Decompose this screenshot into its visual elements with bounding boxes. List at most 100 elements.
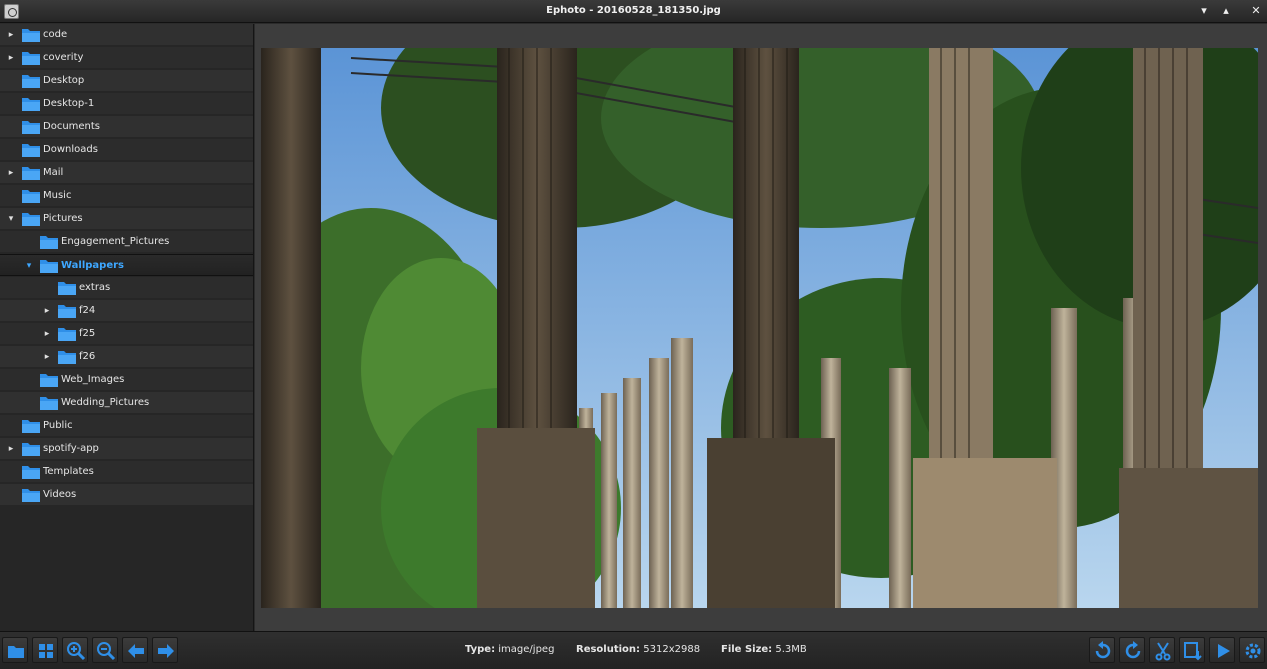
close-icon[interactable]: ✕: [1248, 3, 1264, 19]
thumbnail-grid-icon: [39, 644, 53, 658]
folder-icon: [22, 466, 40, 479]
tree-item[interactable]: Desktop-1: [0, 93, 253, 115]
folder-icon: [58, 305, 76, 318]
slideshow-button[interactable]: [1209, 637, 1235, 663]
zoom-in-button[interactable]: [62, 637, 88, 663]
tree-item[interactable]: ▸ f26: [0, 346, 253, 368]
type-value: image/jpeg: [498, 644, 555, 655]
tree-item[interactable]: Public: [0, 415, 253, 437]
folder-icon: [22, 443, 40, 456]
folder-tree: ▸ code ▸ coverity Desktop Desktop-1 Documents D…: [0, 24, 254, 631]
save-button[interactable]: [1179, 637, 1205, 663]
tree-item-label: Music: [43, 190, 72, 201]
folder-icon: [22, 98, 40, 111]
folder-icon: [40, 236, 58, 249]
tree-item-label: Videos: [43, 489, 77, 500]
tree-item-label: f25: [79, 328, 96, 339]
folder-icon: [22, 213, 40, 226]
zoom-out-icon: [97, 642, 116, 661]
window-title: Ephoto - 20160528_181350.jpg: [546, 5, 721, 16]
folder-icon: [40, 397, 58, 410]
arrow-right-icon: [158, 644, 174, 658]
chevron-right-icon[interactable]: ▸: [6, 30, 16, 40]
tree-item[interactable]: Wedding_Pictures: [0, 392, 253, 414]
tree-item[interactable]: Documents: [0, 116, 253, 138]
filesize-label: File Size:: [721, 644, 773, 655]
thumbnail-view-button[interactable]: [32, 637, 58, 663]
tree-item[interactable]: ▸ f24: [0, 300, 253, 322]
open-folder-button[interactable]: [2, 637, 28, 663]
cut-button[interactable]: [1149, 637, 1175, 663]
tree-item[interactable]: Desktop: [0, 70, 253, 92]
tree-item[interactable]: extras: [0, 277, 253, 299]
tree-item-label: f26: [79, 351, 96, 362]
tree-item-label: Web_Images: [61, 374, 125, 385]
chevron-right-icon[interactable]: ▸: [42, 352, 52, 362]
tree-item[interactable]: ▸ f25: [0, 323, 253, 345]
play-icon: [1218, 644, 1230, 658]
folder-icon: [22, 75, 40, 88]
zoom-in-icon: [67, 642, 86, 661]
folder-icon: [22, 420, 40, 433]
folder-icon: [22, 167, 40, 180]
tree-item[interactable]: Templates: [0, 461, 253, 483]
chevron-right-icon[interactable]: ▸: [6, 168, 16, 178]
tree-item[interactable]: ▸ Mail: [0, 162, 253, 184]
settings-icon: [1245, 643, 1261, 659]
chevron-right-icon[interactable]: ▸: [42, 329, 52, 339]
tree-item[interactable]: ▸ coverity: [0, 47, 253, 69]
tree-item[interactable]: Engagement_Pictures: [0, 231, 253, 253]
tree-item[interactable]: Videos: [0, 484, 253, 506]
folder-icon: [58, 328, 76, 341]
rotate-left-button[interactable]: [1089, 637, 1115, 663]
tree-item[interactable]: Music: [0, 185, 253, 207]
folder-icon: [40, 374, 58, 387]
tree-item-label: spotify-app: [43, 443, 99, 454]
chevron-down-icon[interactable]: ▾: [6, 214, 16, 224]
minimize-icon[interactable]: ▾: [1196, 3, 1212, 19]
photo-image[interactable]: [261, 48, 1258, 608]
folder-icon: [22, 52, 40, 65]
tree-item-label: Desktop: [43, 75, 85, 86]
resolution-value: 5312x2988: [643, 644, 701, 655]
save-icon: [1184, 642, 1202, 661]
tree-item[interactable]: Downloads: [0, 139, 253, 161]
tree-item-label: Engagement_Pictures: [61, 236, 170, 247]
title-bar: Ephoto - 20160528_181350.jpg ▾ ▴ ✕: [0, 0, 1267, 23]
settings-button[interactable]: [1239, 637, 1265, 663]
previous-image-button[interactable]: [122, 637, 148, 663]
resolution-info: Resolution: 5312x2988: [576, 644, 700, 655]
folder-icon: [8, 646, 24, 658]
folder-icon: [22, 121, 40, 134]
chevron-right-icon[interactable]: ▸: [6, 53, 16, 63]
tree-item-label: extras: [79, 282, 111, 293]
tree-item-label: Public: [43, 420, 73, 431]
tree-item[interactable]: ▸ spotify-app: [0, 438, 253, 460]
image-viewer: [255, 24, 1267, 631]
filesize-info: File Size: 5.3MB: [721, 644, 807, 655]
next-image-button[interactable]: [152, 637, 178, 663]
tree-item[interactable]: ▾ Wallpapers: [0, 254, 253, 276]
tree-item[interactable]: ▸ code: [0, 24, 253, 46]
tree-item-label: Desktop-1: [43, 98, 95, 109]
tree-item-label: Mail: [43, 167, 64, 178]
type-info: Type: image/jpeg: [465, 644, 554, 655]
tree-item-label: code: [43, 29, 68, 40]
tree-item-label: Wallpapers: [61, 260, 125, 271]
rotate-left-icon: [1095, 641, 1111, 659]
tree-item-label: Templates: [43, 466, 94, 477]
tree-item[interactable]: ▾ Pictures: [0, 208, 253, 230]
chevron-right-icon[interactable]: ▸: [42, 306, 52, 316]
tree-item-label: Documents: [43, 121, 101, 132]
tree-item-label: coverity: [43, 52, 84, 63]
zoom-out-button[interactable]: [92, 637, 118, 663]
cut-icon: [1155, 642, 1171, 661]
rotate-right-icon: [1125, 641, 1141, 659]
maximize-icon[interactable]: ▴: [1218, 3, 1234, 19]
tree-item[interactable]: Web_Images: [0, 369, 253, 391]
rotate-right-button[interactable]: [1119, 637, 1145, 663]
folder-icon: [58, 351, 76, 364]
chevron-right-icon[interactable]: ▸: [6, 444, 16, 454]
arrow-left-icon: [128, 644, 144, 658]
chevron-down-icon[interactable]: ▾: [24, 261, 34, 271]
